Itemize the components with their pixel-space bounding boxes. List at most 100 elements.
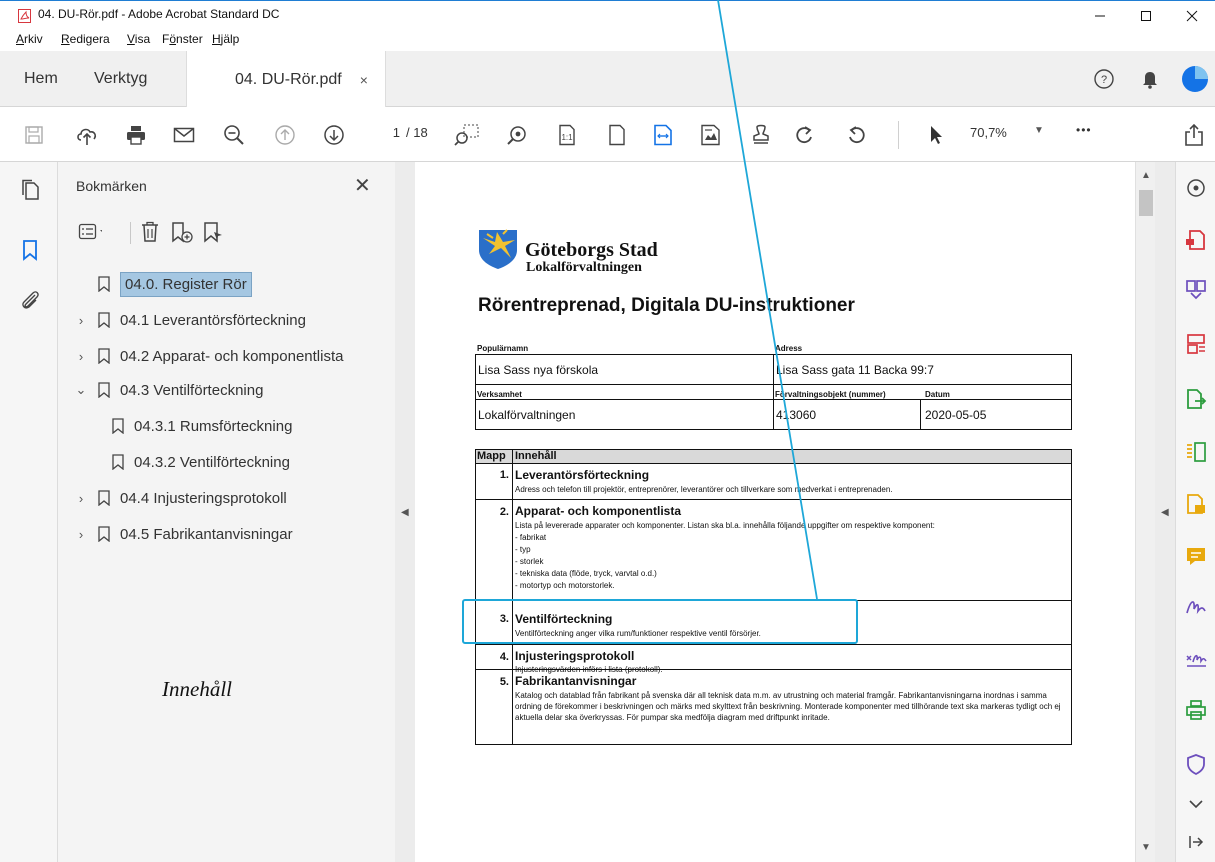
scrolling-mode-button[interactable] <box>697 121 725 149</box>
zoom-dropdown-icon[interactable]: ▼ <box>1034 125 1044 136</box>
vertical-scrollbar[interactable]: ▲ ▼ <box>1135 162 1155 862</box>
row-title: Apparat- och komponentlista <box>515 504 682 518</box>
organize-pages-button[interactable] <box>1184 332 1208 356</box>
rotate-ccw-icon <box>849 126 865 144</box>
minimize-button[interactable] <box>1077 1 1123 31</box>
svg-text:1:1: 1:1 <box>561 133 573 142</box>
select-tool-button[interactable] <box>922 121 950 149</box>
row-title: Fabrikantanvisningar <box>515 674 637 688</box>
save-button[interactable] <box>20 121 48 149</box>
chevron-down-icon[interactable]: ⌄ <box>74 382 88 398</box>
panel-splitter[interactable]: ◀ <box>395 162 415 862</box>
chevron-right-icon[interactable]: › <box>74 313 88 328</box>
protect-button[interactable] <box>1184 752 1208 776</box>
request-signature-button[interactable] <box>1184 647 1208 671</box>
page-thumbnails-button[interactable] <box>18 178 42 202</box>
next-page-button[interactable] <box>320 121 348 149</box>
fit-width-button[interactable] <box>649 121 677 149</box>
collapse-left-icon[interactable]: ◀ <box>401 507 409 518</box>
tab-tools[interactable]: Verktyg <box>82 51 182 107</box>
bookmark-label: 04.5 Fabrikantanvisningar <box>120 525 293 543</box>
table-rule <box>773 354 774 429</box>
document-view[interactable]: Göteborgs Stad Lokalförvaltningen Rörent… <box>415 162 1135 862</box>
notifications-button[interactable] <box>1136 65 1164 93</box>
bookmarks-panel-button[interactable] <box>18 238 42 262</box>
find-bookmark-button[interactable] <box>202 220 226 244</box>
chevron-right-icon[interactable]: › <box>74 527 88 542</box>
chevron-right-icon[interactable]: › <box>74 491 88 506</box>
row-number: 1. <box>499 469 509 481</box>
attachments-button[interactable] <box>18 288 42 312</box>
new-bookmark-button[interactable] <box>170 220 194 244</box>
minimize-icon <box>1095 15 1105 17</box>
scroll-down-icon[interactable]: ▼ <box>1141 842 1151 853</box>
fill-sign-button[interactable] <box>1184 594 1208 618</box>
row-number: 4. <box>499 651 509 663</box>
combine-files-button[interactable] <box>1184 278 1208 302</box>
tab-document[interactable]: 04. DU-Rör.pdf × <box>186 51 386 108</box>
comment-tool-button[interactable] <box>1184 492 1208 516</box>
bookmark-item[interactable]: › 04.1 Leverantörsförteckning <box>74 306 306 334</box>
rotate-clockwise-button[interactable] <box>790 121 818 149</box>
print-production-button[interactable] <box>1184 698 1208 722</box>
bookmark-item[interactable]: 04.3.1 Rumsförteckning <box>112 412 292 440</box>
maximize-button[interactable] <box>1123 1 1169 31</box>
menu-redigera[interactable]: Redigera <box>61 32 110 46</box>
rotate-counterclockwise-button[interactable] <box>843 121 871 149</box>
zoom-out-search-button[interactable] <box>220 121 248 149</box>
page-number-input[interactable]: 1 <box>370 125 400 145</box>
marquee-zoom-button[interactable] <box>453 121 481 149</box>
menu-hjalp[interactable]: Hjälp <box>212 32 239 46</box>
zoom-in-button[interactable] <box>503 121 531 149</box>
scroll-thumb[interactable] <box>1139 190 1153 216</box>
edit-pdf-button[interactable] <box>1184 440 1208 464</box>
bookmark-item[interactable]: 04.3.2 Ventilförteckning <box>112 448 290 476</box>
tools-pane-splitter[interactable]: ◀ <box>1155 162 1175 862</box>
tab-home[interactable]: Hem <box>12 51 82 107</box>
print-button[interactable] <box>122 121 150 149</box>
tab-close-button[interactable]: × <box>360 72 368 88</box>
collapse-right-icon[interactable]: ◀ <box>1161 507 1169 518</box>
upload-cloud-button[interactable] <box>73 121 101 149</box>
more-tools-button[interactable]: ••• <box>1076 123 1092 137</box>
menu-fonster[interactable]: Fönster <box>162 32 203 46</box>
close-window-button[interactable] <box>1169 1 1215 31</box>
bookmark-item[interactable]: 04.0. Register Rör <box>74 270 252 298</box>
export-pdf-button[interactable] <box>1184 387 1208 411</box>
menu-visa[interactable]: Visa <box>127 32 150 46</box>
bookmark-label: 04.3.1 Rumsförteckning <box>134 417 293 435</box>
zoom-tool-button[interactable] <box>1184 176 1208 200</box>
bookmark-item[interactable]: ⌄ 04.3 Ventilförteckning <box>74 376 264 404</box>
share-button[interactable] <box>1180 121 1208 149</box>
email-button[interactable] <box>170 121 198 149</box>
previous-page-button[interactable] <box>271 121 299 149</box>
menu-bar: Arkiv Redigera Visa Fönster Hjälp <box>0 30 1215 50</box>
row-bullet: - storlek <box>515 557 544 566</box>
delete-bookmark-button[interactable] <box>138 220 162 244</box>
scroll-up-icon[interactable]: ▲ <box>1141 170 1151 181</box>
bookmark-item[interactable]: › 04.5 Fabrikantanvisningar <box>74 520 293 548</box>
help-button[interactable]: ? <box>1090 65 1118 93</box>
share-icon <box>1185 123 1203 146</box>
zoom-level[interactable]: 70,7% <box>970 125 1007 140</box>
collapse-tools-button[interactable] <box>1184 830 1208 854</box>
envelope-icon <box>173 127 195 143</box>
add-comment-button[interactable] <box>1184 544 1208 568</box>
menu-arkiv[interactable]: Arkiv <box>16 32 43 46</box>
bookmark-item[interactable]: › 04.2 Apparat- och komponentlista <box>74 342 344 370</box>
actual-size-button[interactable]: 1:1 <box>553 121 581 149</box>
bookmark-item[interactable]: › 04.4 Injusteringsprotokoll <box>74 484 287 512</box>
create-pdf-button[interactable] <box>1184 228 1208 252</box>
bookmark-options-button[interactable] <box>78 220 102 244</box>
stamp-button[interactable] <box>747 121 775 149</box>
chevron-right-icon[interactable]: › <box>74 349 88 364</box>
cloud-upload-icon <box>77 128 97 145</box>
close-panel-button[interactable]: ✕ <box>354 173 371 198</box>
verksamhet-value: Lokalförvaltningen <box>478 408 576 422</box>
bookmark-icon <box>98 490 110 506</box>
account-button[interactable] <box>1181 65 1209 93</box>
verksamhet-label: Verksamhet <box>477 390 522 399</box>
tab-tools-label: Verktyg <box>94 70 148 87</box>
fit-page-button[interactable] <box>603 121 631 149</box>
more-tools-down-button[interactable] <box>1184 792 1208 816</box>
